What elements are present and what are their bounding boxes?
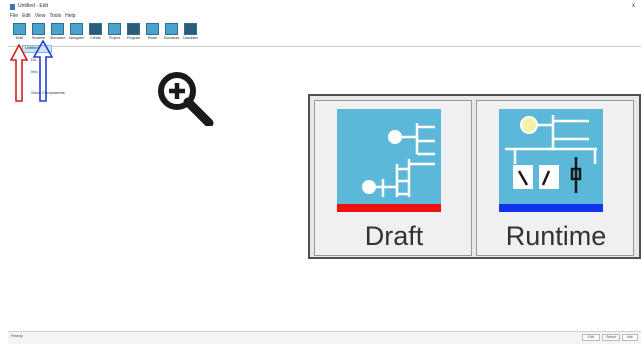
calculator-icon bbox=[184, 23, 197, 35]
draft-accent-bar bbox=[337, 204, 441, 212]
menu-tools[interactable]: Tools bbox=[49, 13, 61, 21]
status-text: Ready bbox=[11, 333, 23, 338]
runtime-icon bbox=[32, 23, 45, 35]
download-icon bbox=[165, 23, 178, 35]
close-icon[interactable]: x bbox=[632, 3, 635, 9]
toolbar-navigator-button[interactable]: Navigator bbox=[68, 22, 85, 44]
runtime-accent-bar bbox=[499, 204, 603, 212]
draft-diagram-icon bbox=[337, 109, 441, 209]
status-pane-1: Edit bbox=[582, 334, 600, 341]
simulator-icon bbox=[51, 23, 64, 35]
toolbar-download-label: Download bbox=[163, 36, 180, 40]
status-pane-3: Idle bbox=[622, 334, 638, 341]
toolbar-draft-button[interactable]: Draft bbox=[11, 22, 28, 44]
menu-bar: File Edit View Tools Help bbox=[8, 13, 75, 21]
runtime-big-button[interactable]: Runtime bbox=[476, 100, 634, 256]
toolbar-reset-button[interactable]: Reset bbox=[144, 22, 161, 44]
toolbar-program-button[interactable]: Program bbox=[125, 22, 142, 44]
status-bar: Ready Edit Select Idle bbox=[8, 331, 641, 344]
draft-big-button[interactable]: Draft bbox=[314, 100, 472, 256]
menu-help[interactable]: Help bbox=[65, 13, 75, 21]
create-icon bbox=[89, 23, 102, 35]
blue-arrow-annotation bbox=[33, 40, 53, 102]
menu-file[interactable]: File bbox=[10, 13, 18, 21]
project-icon bbox=[108, 23, 121, 35]
title-bar: Untitled - Edit x bbox=[8, 3, 641, 12]
toolbar-navigator-label: Navigator bbox=[69, 36, 84, 40]
toolbar-draft-label: Draft bbox=[15, 36, 24, 40]
toolbar-calculator-label: Calculator bbox=[182, 36, 199, 40]
toolbar-reset-label: Reset bbox=[147, 36, 158, 40]
window-title: Untitled - Edit bbox=[18, 3, 49, 9]
toolbar-create-button[interactable]: Create bbox=[87, 22, 104, 44]
runtime-label: Runtime bbox=[505, 221, 607, 251]
menu-edit[interactable]: Edit bbox=[22, 13, 31, 21]
toolbar-calculator-button[interactable]: Calculator bbox=[182, 22, 199, 44]
mode-panel: Draft Runtime bbox=[308, 94, 641, 259]
reset-icon bbox=[146, 23, 159, 35]
navigator-icon bbox=[70, 23, 83, 35]
toolbar-download-button[interactable]: Download bbox=[163, 22, 180, 44]
app-icon bbox=[10, 4, 15, 10]
zoom-in-icon bbox=[158, 72, 214, 126]
menu-view[interactable]: View bbox=[35, 13, 46, 21]
draft-icon bbox=[13, 23, 26, 35]
status-pane-2: Select bbox=[602, 334, 620, 341]
toolbar-project-button[interactable]: Project bbox=[106, 22, 123, 44]
draft-label: Draft bbox=[364, 221, 424, 251]
toolbar-project-label: Project bbox=[109, 36, 120, 40]
runtime-diagram-icon bbox=[499, 109, 603, 209]
red-arrow-annotation bbox=[10, 44, 28, 102]
toolbar-create-label: Create bbox=[90, 36, 101, 40]
toolbar-program-label: Program bbox=[126, 36, 141, 40]
program-icon bbox=[127, 23, 140, 35]
toolbar: Draft Runtime Simulator Navigator Create… bbox=[8, 22, 641, 46]
